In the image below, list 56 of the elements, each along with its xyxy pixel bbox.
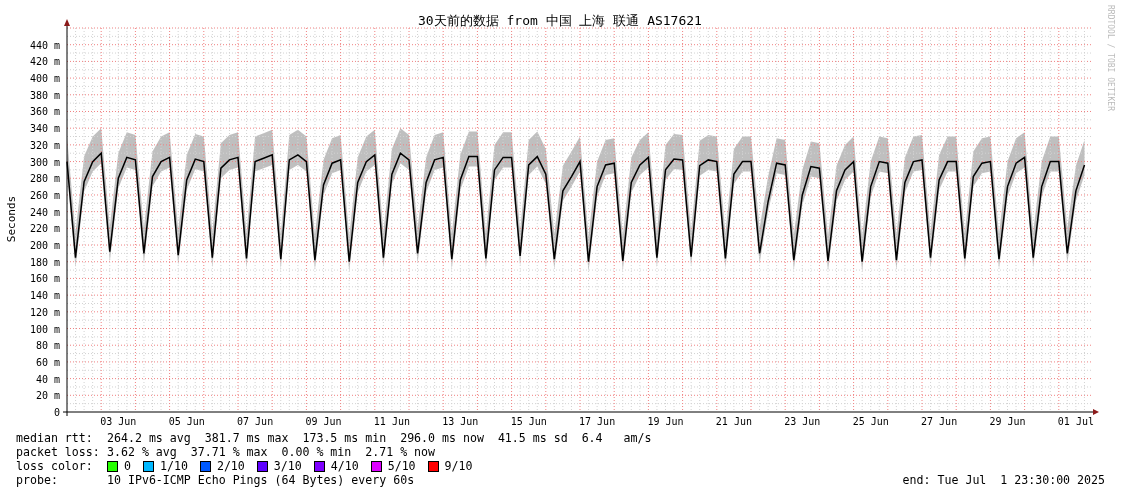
probe-label: probe: — [16, 473, 59, 487]
stat-label: packet loss: — [16, 445, 101, 459]
x-tick-label: 29 Jun — [989, 416, 1026, 427]
y-tick-label: 20 m — [35, 390, 60, 402]
legend-label: loss color: — [16, 459, 94, 473]
x-tick-label: 01 Jul — [1057, 416, 1094, 427]
y-tick-label: 160 m — [29, 273, 60, 285]
y-tick-label: 60 m — [35, 356, 60, 368]
y-tick-label: 0 — [53, 407, 60, 418]
x-tick-label: 21 Jun — [715, 416, 752, 427]
x-tick-label: 23 Jun — [784, 416, 821, 427]
y-tick-label: 40 m — [35, 373, 60, 385]
packet-loss-stats: 3.62 % avg 37.71 % max 0.00 % min 2.71 % now — [107, 445, 436, 459]
legend-text: 1/10 — [160, 459, 188, 473]
legend-text: 5/10 — [387, 459, 416, 473]
stat-label: median rtt: — [16, 431, 94, 445]
x-tick-label: 27 Jun — [921, 416, 958, 427]
x-tick-label: 25 Jun — [852, 416, 889, 427]
credit-text: RRDTOOL / TOBI OETIKER — [1106, 5, 1115, 111]
y-tick-label: 100 m — [29, 323, 60, 335]
legend-text: 4/10 — [330, 459, 359, 473]
y-tick-label: 280 m — [29, 173, 60, 185]
x-tick-label: 19 Jun — [647, 416, 684, 427]
y-tick-label: 240 m — [29, 206, 60, 218]
y-tick-label: 400 m — [29, 73, 60, 85]
y-tick-label: 440 m — [29, 39, 60, 51]
y-axis-label: Seconds — [5, 195, 18, 243]
x-tick-label: 17 Jun — [579, 416, 616, 427]
probe-text: 10 IPv6-ICMP Echo Pings (64 Bytes) every 60s — [107, 473, 415, 487]
y-tick-label: 220 m — [29, 223, 60, 235]
y-tick-label: 340 m — [29, 123, 60, 135]
y-tick-label: 320 m — [29, 139, 60, 151]
y-tick-label: 300 m — [29, 156, 60, 168]
x-tick-label: 09 Jun — [305, 416, 342, 427]
legend-text: 2/10 — [216, 459, 245, 473]
legend-text: 3/10 — [273, 459, 302, 473]
y-tick-label: 380 m — [29, 89, 60, 101]
legend-text: 9/10 — [444, 459, 473, 473]
x-tick-label: 15 Jun — [510, 416, 547, 427]
x-tick-label: 07 Jun — [237, 416, 274, 427]
y-tick-label: 420 m — [29, 56, 60, 68]
chart-title: 30天前的数据 from 中国 上海 联通 AS17621 — [418, 13, 702, 28]
x-tick-label: 13 Jun — [442, 416, 479, 427]
end-time: end: Tue Jul 1 23:30:00 2025 — [902, 473, 1105, 487]
y-tick-label: 200 m — [29, 240, 60, 252]
x-tick-label: 11 Jun — [373, 416, 410, 427]
y-tick-label: 120 m — [29, 306, 60, 318]
y-tick-label: 180 m — [29, 256, 60, 268]
legend-text: 0 — [124, 459, 131, 473]
median-rtt-stats: 264.2 ms avg 381.7 ms max 173.5 ms min 296.0 ms now 41.5 ms sd 6.4 am/s — [107, 431, 652, 445]
x-tick-label: 05 Jun — [168, 416, 205, 427]
y-tick-label: 80 m — [35, 340, 60, 352]
y-tick-label: 140 m — [29, 290, 60, 302]
y-tick-label: 260 m — [29, 189, 60, 201]
y-tick-label: 360 m — [29, 106, 60, 118]
x-tick-label: 03 Jun — [100, 416, 137, 427]
